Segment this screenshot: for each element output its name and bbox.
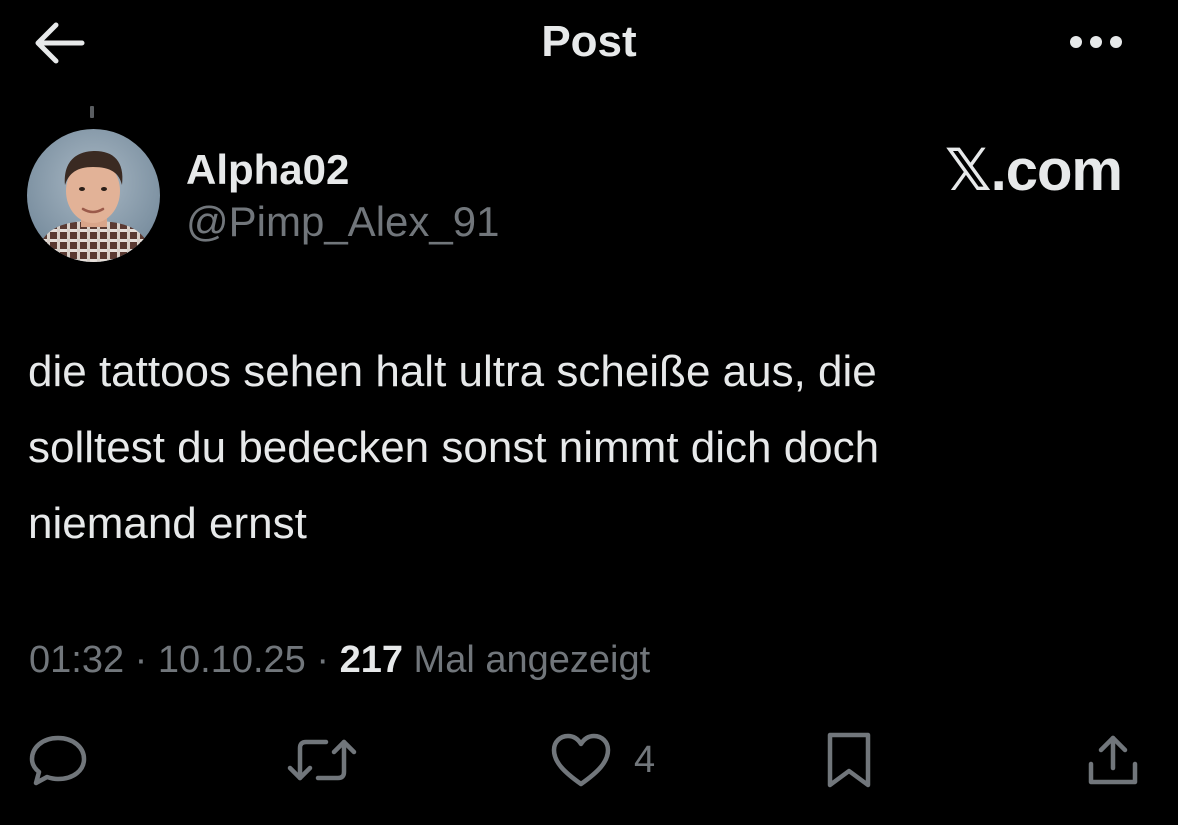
post-text-line: solltest du bedecken sonst nimmt dich do… [28, 423, 880, 472]
reply-button[interactable] [22, 728, 94, 792]
meta-separator: · [316, 639, 330, 681]
more-options-button[interactable] [1060, 20, 1132, 64]
repost-button[interactable] [282, 728, 362, 792]
post-text-line: die tattoos sehen halt ultra scheiße aus… [28, 347, 877, 396]
post-meta: 01:32 · 10.10.25 · 217 Mal angezeigt [29, 634, 650, 686]
post-text: die tattoos sehen halt ultra scheiße aus… [28, 334, 1138, 562]
views-label: Mal angezeigt [413, 639, 651, 681]
bookmark-icon [827, 732, 871, 788]
avatar[interactable] [27, 129, 160, 262]
post-time[interactable]: 01:32 [29, 639, 124, 681]
post-date[interactable]: 10.10.25 [158, 639, 306, 681]
share-icon [1088, 735, 1138, 785]
views-count: 217 [339, 639, 403, 681]
like-count: 4 [634, 739, 656, 781]
more-horizontal-icon [1070, 36, 1122, 48]
author-handle[interactable]: @Pimp_Alex_91 [186, 194, 499, 250]
share-button[interactable] [1080, 728, 1146, 792]
heart-icon [551, 733, 611, 787]
divider-mark [90, 106, 94, 118]
page-title: Post [541, 17, 637, 66]
bookmark-button[interactable] [816, 728, 882, 792]
reply-icon [29, 735, 87, 786]
post-text-line: niemand ernst [28, 499, 307, 548]
watermark: 𝕏.com [944, 138, 1123, 203]
author-display-name[interactable]: Alpha02 [186, 142, 349, 198]
like-button[interactable]: 4 [550, 728, 680, 792]
repost-icon [287, 739, 357, 781]
meta-separator: · [134, 639, 148, 681]
